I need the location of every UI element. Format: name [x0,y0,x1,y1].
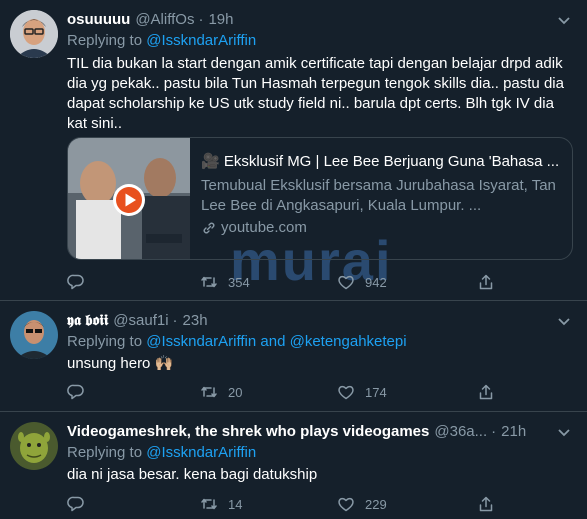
like-icon [338,385,354,400]
timestamp[interactable]: 23h [183,311,208,331]
reply-icon [67,496,84,512]
video-thumbnail [68,138,190,259]
mention-link[interactable]: @IsskndarAriffin [146,444,256,461]
replying-to-label: Replying to [67,444,147,461]
retweet-count: 14 [228,496,243,512]
avatar-image [10,422,58,470]
timestamp[interactable]: 19h [208,10,233,30]
share-icon [479,384,493,400]
retweet-icon [201,498,217,510]
tweet-2[interactable]: 𝖞𝖆 𝖇𝖔𝖎𝖎 @sauf1i · 23h Replying to @Isskn… [0,301,587,411]
tweet-header: osuuuuu @AliffOs · 19h [67,10,573,30]
card-url-row: youtube.com [201,218,562,238]
retweet-icon [201,386,217,398]
card-url: youtube.com [221,219,307,236]
chevron-down-icon[interactable] [555,422,573,442]
reply-icon [67,384,84,400]
replying-to: Replying to @IsskndarAriffin and @keteng… [67,332,573,352]
mention-link[interactable]: @IsskndarAriffin [146,333,256,350]
like-count: 174 [365,384,387,400]
separator-dot: · [198,11,204,28]
like-count: 942 [365,274,387,290]
separator-dot: · [491,423,497,440]
avatar[interactable] [10,422,58,470]
retweet-count: 20 [228,384,243,400]
link-card[interactable]: 🎥 Eksklusif MG | Lee Bee Berjuang Guna '… [67,137,573,260]
play-icon[interactable] [113,184,145,216]
display-name[interactable]: Videogameshrek, the shrek who plays vide… [67,422,429,442]
reply-button[interactable] [67,494,85,514]
card-title: 🎥 Eksklusif MG | Lee Bee Berjuang Guna '… [201,153,560,170]
avatar[interactable] [10,10,58,58]
share-icon [479,274,493,290]
user-handle[interactable]: @AliffOs [135,10,194,30]
like-button[interactable]: 229 [337,494,387,514]
like-button[interactable]: 174 [337,382,387,402]
separator-dot: · [172,312,178,329]
retweet-icon [201,276,217,288]
user-handle[interactable]: @36a... [434,422,487,442]
replying-to-label: Replying to [67,32,147,49]
like-icon [338,497,354,512]
replying-to: Replying to @IsskndarAriffin [67,443,573,463]
share-button[interactable] [477,272,495,292]
tweet-text: TIL dia bukan la start dengan amik certi… [67,55,564,132]
mention-link[interactable]: @IsskndarAriffin [146,32,256,49]
like-icon [338,275,354,290]
chevron-down-icon[interactable] [555,10,573,30]
retweet-button[interactable]: 20 [200,382,242,402]
tweet-actions: 14 229 [67,494,497,514]
tweet-actions: 354 942 [67,272,497,292]
link-icon [203,222,215,234]
display-name[interactable]: osuuuuu [67,10,130,30]
replying-to: Replying to @IsskndarAriffin [67,31,573,51]
tweet-header: 𝖞𝖆 𝖇𝖔𝖎𝖎 @sauf1i · 23h [67,311,573,331]
share-button[interactable] [477,382,495,402]
tweet-3[interactable]: Videogameshrek, the shrek who plays vide… [0,412,587,519]
tweet-header: Videogameshrek, the shrek who plays vide… [67,422,573,442]
avatar-image [10,311,58,359]
like-button[interactable]: 942 [337,272,387,292]
reply-icon [67,274,84,290]
card-description: Temubual Eksklusif bersama Jurubahasa Is… [201,177,556,214]
retweet-button[interactable]: 354 [200,272,250,292]
reply-button[interactable] [67,382,85,402]
avatar-image [10,10,58,58]
mention-link[interactable]: @ketengahketepi [290,333,407,350]
replying-to-label: Replying to [67,333,147,350]
user-handle[interactable]: @sauf1i [113,311,168,331]
tweet-text: dia ni jasa besar. kena bagi datukship [67,466,318,483]
like-count: 229 [365,496,387,512]
share-button[interactable] [477,494,495,514]
display-name[interactable]: 𝖞𝖆 𝖇𝖔𝖎𝖎 [67,311,108,331]
retweet-button[interactable]: 14 [200,494,242,514]
tweet-text: unsung hero 🙌🏼 [67,355,174,372]
chevron-down-icon[interactable] [555,311,573,331]
share-icon [479,496,493,512]
retweet-count: 354 [228,274,250,290]
tweet-1[interactable]: osuuuuu @AliffOs · 19h Replying to @Issk… [0,0,587,300]
avatar[interactable] [10,311,58,359]
reply-button[interactable] [67,272,85,292]
tweet-actions: 20 174 [67,382,497,402]
replying-to-and: and [256,333,290,350]
timestamp[interactable]: 21h [501,422,526,442]
